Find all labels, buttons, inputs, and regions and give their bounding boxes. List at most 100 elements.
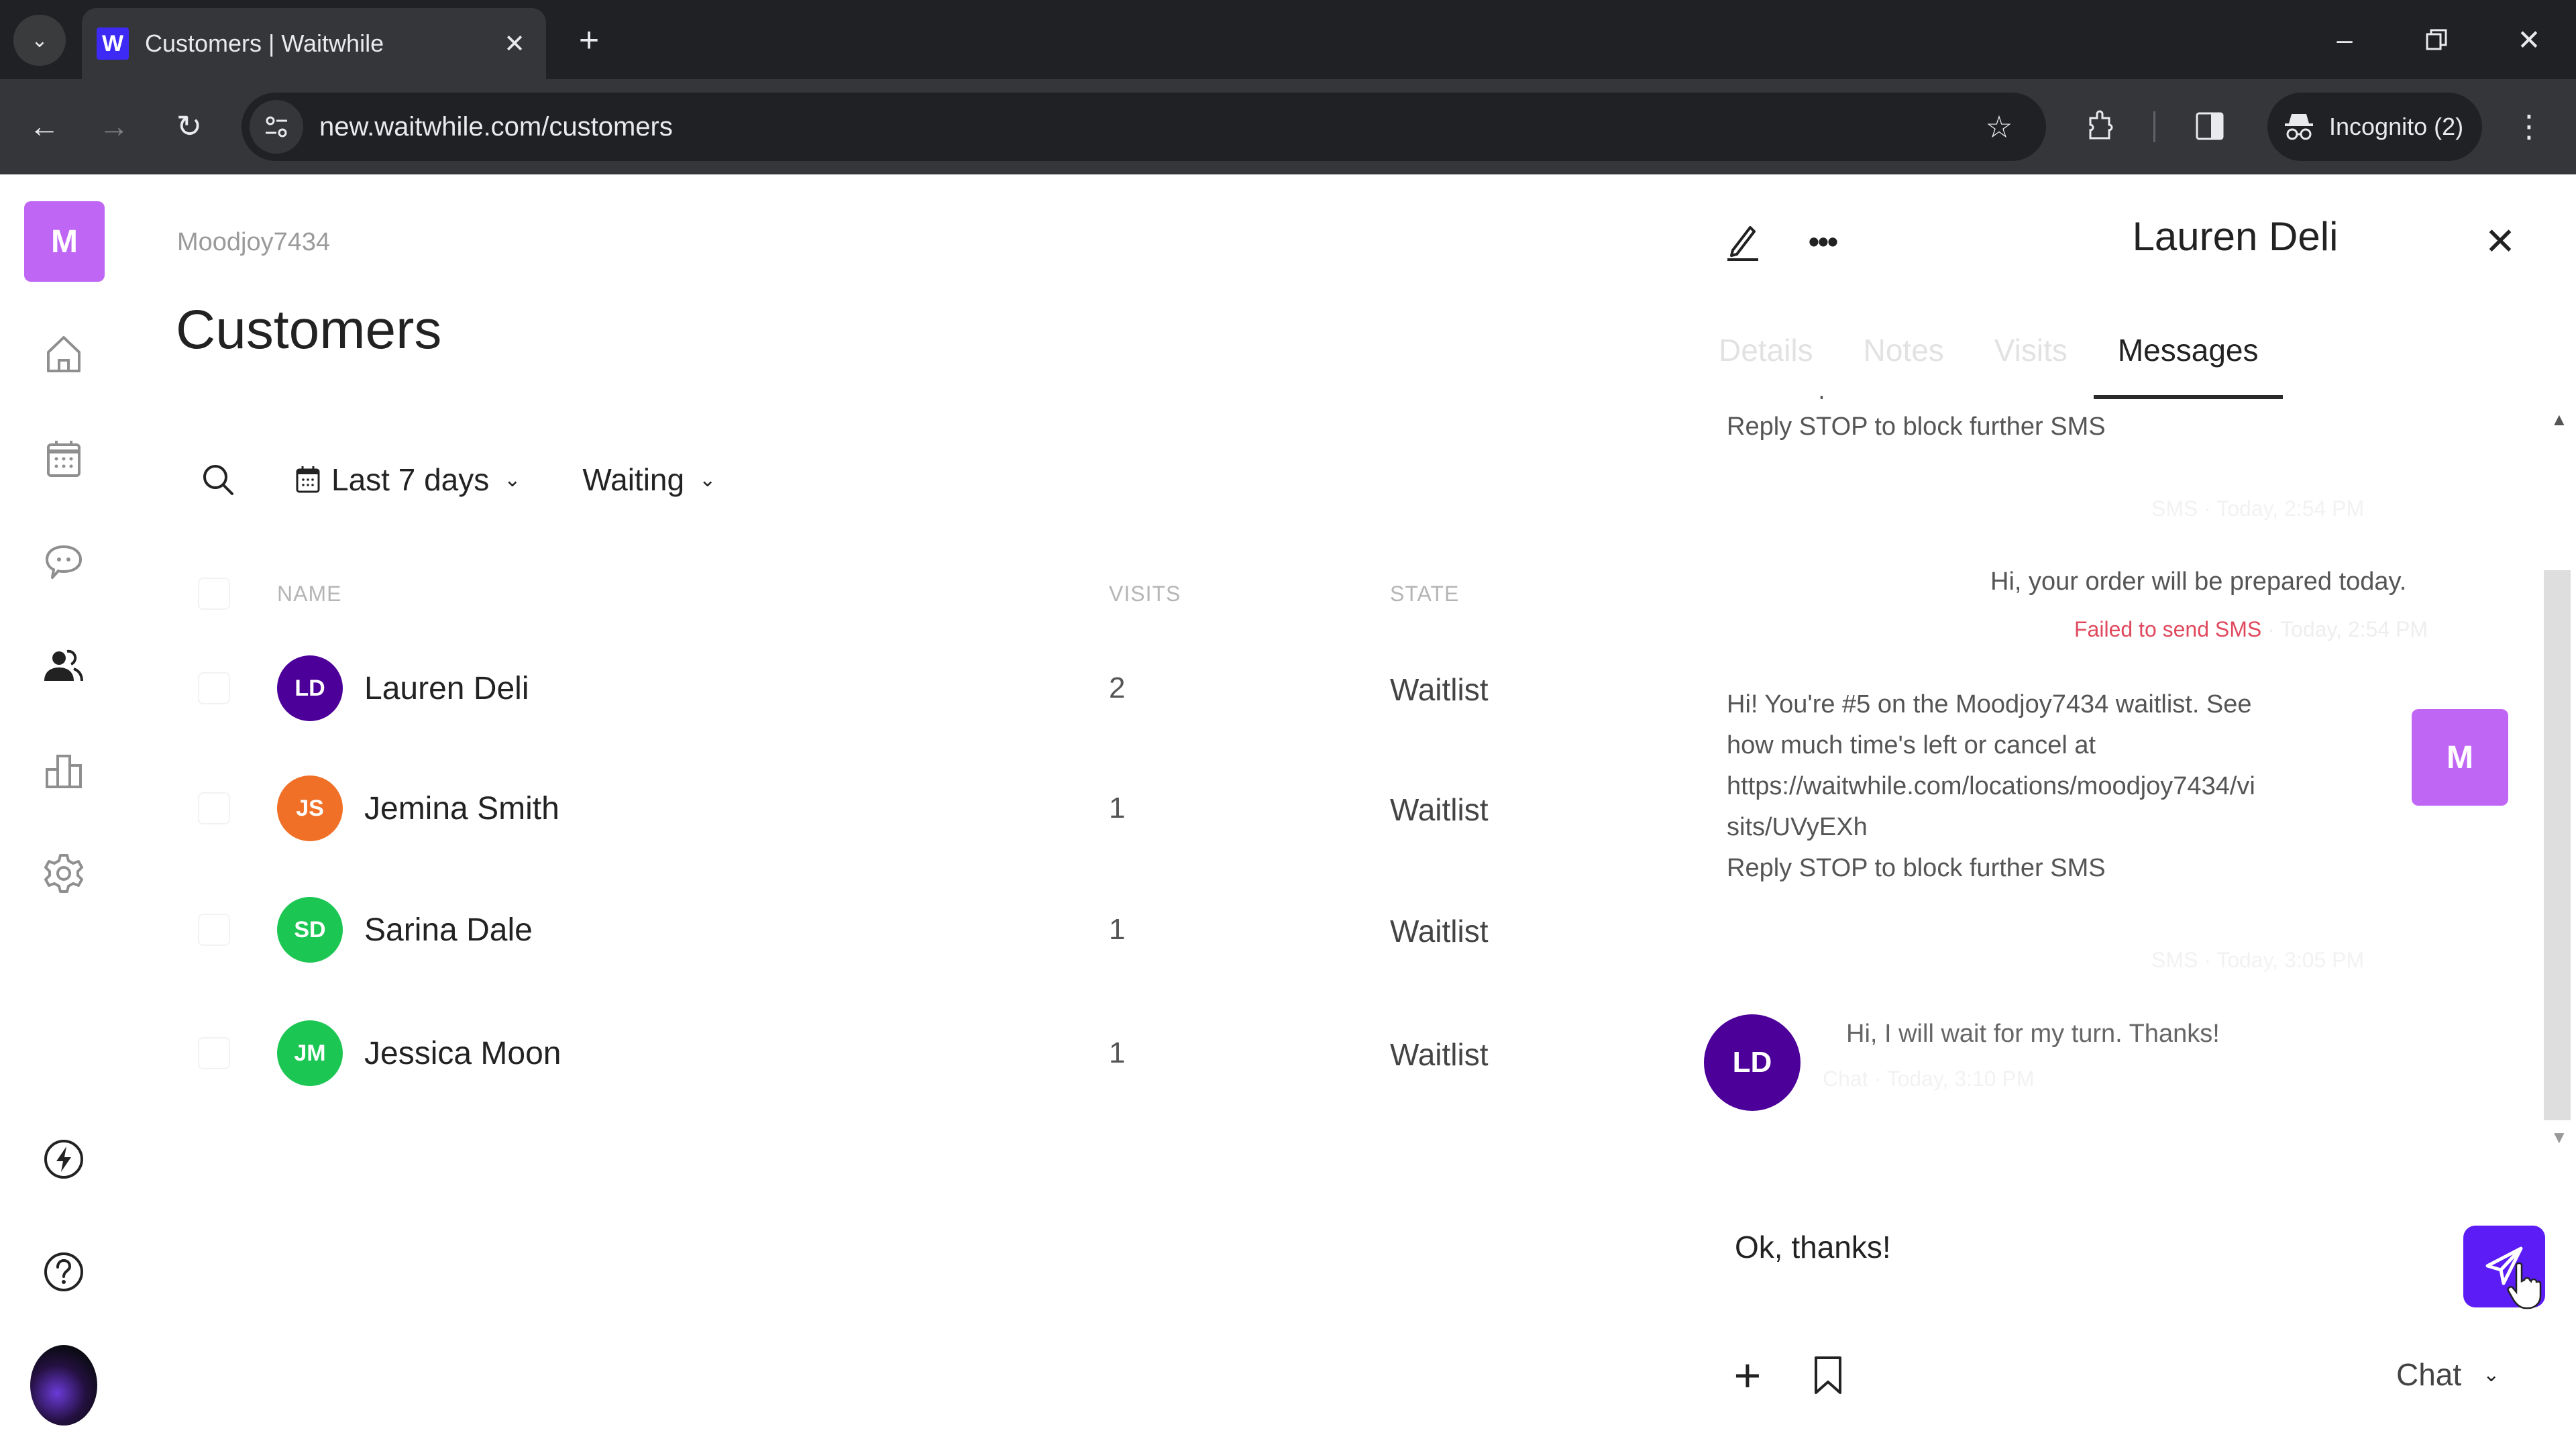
saved-replies-button[interactable]: [1805, 1352, 1851, 1399]
new-tab-button[interactable]: +: [569, 20, 609, 60]
chevron-down-icon: ⌄: [699, 468, 716, 491]
browser-tab-active[interactable]: W Customers | Waitwhile ✕: [82, 8, 546, 79]
address-bar[interactable]: new.waitwhile.com/customers ☆: [241, 93, 2046, 161]
message-line: sits/5H5p0H: [1727, 396, 2106, 407]
edit-customer-button[interactable]: [1719, 218, 1766, 265]
site-info-button[interactable]: [250, 100, 303, 154]
message-meta: SMS · Today, 3:05 PM: [2151, 948, 2365, 972]
puzzle-icon: [2089, 110, 2113, 140]
message-scrollbar-thumb[interactable]: [2544, 570, 2571, 1120]
arrow-right-icon: →: [99, 109, 129, 144]
incognito-profile-button[interactable]: Incognito (2): [2267, 93, 2482, 161]
tab-notes[interactable]: Notes: [1864, 325, 1944, 399]
customer-name: Lauren Deli: [364, 671, 529, 706]
message-body: sits/5H5p0H Reply STOP to block further …: [1727, 396, 2106, 447]
tab-search-button[interactable]: ⌄: [13, 15, 66, 66]
arrow-left-icon: ←: [29, 109, 60, 144]
side-panel-icon: [2196, 112, 2224, 140]
row-checkbox[interactable]: [198, 792, 230, 824]
table-row[interactable]: JS Jemina Smith 1 Waitlist: [198, 758, 1674, 859]
chat-bubble-icon: [46, 545, 82, 579]
close-panel-button[interactable]: ✕: [2477, 218, 2524, 265]
customer-visits: 2: [1109, 672, 1126, 704]
more-options-button[interactable]: •••: [1799, 218, 1846, 265]
tab-close-button[interactable]: ✕: [498, 27, 531, 60]
customer-state: Waitlist: [1390, 672, 1489, 707]
message-line: sits/UVyEXh: [1727, 813, 1868, 841]
user-profile-avatar[interactable]: [30, 1345, 97, 1426]
search-button[interactable]: [195, 456, 241, 503]
message-meta: · Today, 2:54 PM: [2267, 617, 2428, 641]
org-switcher[interactable]: M: [24, 201, 105, 282]
state-filter-dropdown[interactable]: Waiting ⌄: [582, 462, 716, 498]
sidebar-item-customers[interactable]: [37, 639, 91, 692]
customer-visits: 1: [1109, 792, 1126, 824]
restore-button[interactable]: [2410, 16, 2463, 63]
minimize-button[interactable]: –: [2318, 16, 2371, 63]
add-attachment-button[interactable]: +: [1724, 1349, 1771, 1401]
customer-avatar: JS: [277, 775, 343, 841]
bookmark-icon: [1815, 1356, 1841, 1394]
scroll-up-arrow[interactable]: ▲: [2551, 409, 2568, 430]
customer-avatar: JM: [277, 1020, 343, 1086]
scroll-down-arrow[interactable]: ▼: [2551, 1127, 2568, 1148]
extensions-button[interactable]: [2074, 99, 2128, 153]
tab-messages[interactable]: Messages: [2093, 325, 2283, 399]
side-panel-button[interactable]: [2183, 99, 2237, 153]
help-button[interactable]: [37, 1245, 91, 1299]
sidebar-item-settings[interactable]: [37, 847, 91, 900]
app-sidebar: M: [0, 174, 127, 1449]
message-input[interactable]: Ok, thanks!: [1735, 1229, 1891, 1265]
message-line: Reply STOP to block further SMS: [1727, 413, 2106, 441]
chevron-down-icon: ⌄: [31, 29, 48, 52]
customer-state: Waitlist: [1390, 1037, 1489, 1072]
column-header-visits[interactable]: VISITS: [1109, 582, 1181, 606]
browser-menu-button[interactable]: ⋮: [2502, 99, 2556, 153]
message-line: Hi! You're #5 on the Moodjoy7434 waitlis…: [1727, 690, 2252, 718]
row-checkbox[interactable]: [198, 914, 230, 946]
sidebar-item-home[interactable]: [37, 327, 91, 381]
customer-detail-panel: ••• Lauren Deli ✕ Details Notes Visits M…: [1692, 174, 2576, 1449]
back-button[interactable]: ←: [17, 99, 71, 153]
more-horizontal-icon: •••: [1808, 224, 1838, 259]
plus-icon: +: [578, 21, 600, 60]
channel-dropdown[interactable]: Chat ⌄: [2396, 1356, 2500, 1393]
message-body: Hi! You're #5 on the Moodjoy7434 waitlis…: [1727, 684, 2255, 889]
close-window-button[interactable]: ✕: [2502, 16, 2556, 63]
row-checkbox[interactable]: [198, 672, 230, 704]
customer-name: Jessica Moon: [364, 1036, 561, 1071]
close-icon: ✕: [2517, 23, 2541, 56]
message-line: Reply STOP to block further SMS: [1727, 854, 2106, 882]
sidebar-item-messages[interactable]: [37, 535, 91, 589]
forward-button[interactable]: →: [87, 99, 141, 153]
column-header-name[interactable]: NAME: [277, 582, 341, 606]
customer-name: Sarina Dale: [364, 912, 533, 948]
close-icon: ✕: [504, 30, 525, 58]
tab-visits[interactable]: Visits: [1994, 325, 2068, 399]
select-all-checkbox[interactable]: [198, 578, 230, 610]
star-icon: ☆: [1985, 109, 2013, 144]
filter-bar: Last 7 days ⌄ Waiting ⌄: [195, 449, 716, 510]
column-header-state[interactable]: STATE: [1390, 582, 1459, 606]
table-row[interactable]: LD Lauren Deli 2 Waitlist: [198, 638, 1674, 739]
search-icon: [203, 465, 233, 495]
chevron-down-icon: ⌄: [2483, 1363, 2500, 1386]
users-icon: [44, 649, 83, 682]
channel-value: Chat: [2396, 1357, 2462, 1392]
incognito-label: Incognito (2): [2329, 113, 2464, 140]
chevron-down-icon: ⌄: [504, 468, 521, 491]
bookmark-star-button[interactable]: ☆: [1972, 100, 2026, 154]
customers-page: Moodjoy7434 Customers Last 7 days ⌄ Wait…: [127, 174, 1690, 1449]
sidebar-item-calendar[interactable]: [37, 432, 91, 486]
reload-button[interactable]: ↻: [162, 99, 216, 153]
sidebar-item-analytics[interactable]: [37, 743, 91, 797]
tab-details[interactable]: Details: [1719, 325, 1813, 399]
tab-title: Customers | Waitwhile: [145, 30, 384, 57]
row-checkbox[interactable]: [198, 1037, 230, 1069]
date-range-dropdown[interactable]: Last 7 days ⌄: [295, 462, 521, 498]
table-row[interactable]: SD Sarina Dale 1 Waitlist: [198, 879, 1674, 980]
table-row[interactable]: JM Jessica Moon 1 Waitlist: [198, 1003, 1674, 1104]
message-body: Hi, your order will be prepared today.: [1990, 568, 2407, 596]
url-text[interactable]: new.waitwhile.com/customers: [319, 112, 1972, 142]
whats-new-button[interactable]: [37, 1132, 91, 1186]
